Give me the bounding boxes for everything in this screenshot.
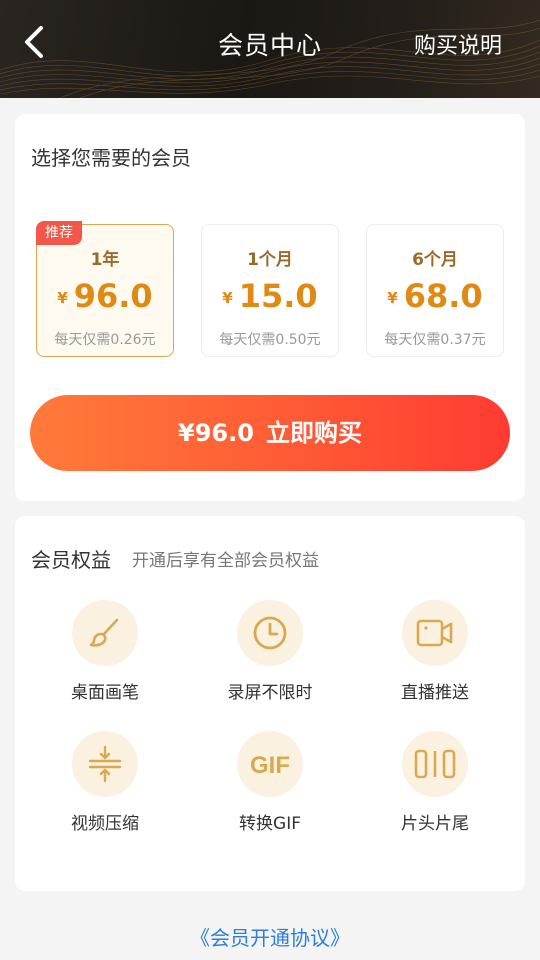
benefits-subtitle: 开通后享有全部会员权益: [132, 551, 319, 571]
clock-icon: [253, 616, 287, 650]
plan-daily-price: 每天仅需0.37元: [384, 332, 486, 348]
buy-button-label: 立即购买: [265, 419, 362, 447]
gif-icon: GIF: [250, 752, 290, 779]
plan-price: ¥96.0: [37, 277, 173, 315]
membership-agreement-link[interactable]: 《会员开通协议》: [0, 922, 540, 951]
plan-option-6-months[interactable]: 6个月 ¥68.0 每天仅需0.37元: [366, 224, 504, 357]
plan-price: ¥15.0: [202, 277, 338, 315]
benefit-label: 转换GIF: [239, 814, 301, 834]
head-tail-icon: [414, 749, 456, 779]
compress-icon: [88, 745, 122, 783]
price-value: 68.0: [403, 277, 483, 315]
currency-symbol: ¥: [222, 289, 233, 307]
plan-daily-price: 每天仅需0.50元: [219, 332, 321, 348]
benefits-card: 会员权益 开通后享有全部会员权益 桌面画笔 录屏不限时 直播推送 视频压缩 GI…: [15, 516, 525, 891]
benefit-label: 直播推送: [401, 683, 469, 703]
plan-name: 1个月: [247, 250, 293, 270]
header-bar: 会员中心 购买说明: [0, 0, 540, 98]
price-value: 96.0: [73, 277, 153, 315]
svg-text:GIF: GIF: [250, 752, 290, 779]
benefits-section-title: 会员权益: [31, 548, 111, 572]
video-camera-icon: [416, 619, 453, 647]
buy-button-price: ¥96.0: [178, 419, 254, 447]
benefit-label: 视频压缩: [71, 814, 139, 834]
benefit-icon-circle: [402, 731, 468, 797]
plan-price: ¥68.0: [367, 277, 503, 315]
buy-now-button[interactable]: ¥96.0 立即购买: [30, 395, 510, 471]
currency-symbol: ¥: [57, 289, 68, 307]
benefit-convert-gif[interactable]: GIF 转换GIF: [205, 731, 335, 834]
benefit-icon-circle: [72, 731, 138, 797]
plan-option-1-month[interactable]: 1个月 ¥15.0 每天仅需0.50元: [201, 224, 339, 357]
benefit-label: 录屏不限时: [227, 683, 313, 703]
brush-icon: [89, 618, 119, 647]
benefit-icon-circle: GIF: [237, 731, 303, 797]
price-value: 15.0: [238, 277, 318, 315]
benefit-intro-outro[interactable]: 片头片尾: [370, 731, 500, 834]
benefit-icon-circle: [237, 600, 303, 666]
benefit-label: 片头片尾: [401, 814, 469, 834]
plan-name: 1年: [90, 250, 120, 270]
benefit-live-push[interactable]: 直播推送: [370, 600, 500, 703]
plan-option-1-year[interactable]: 推荐 1年 ¥96.0 每天仅需0.26元: [36, 221, 174, 357]
benefit-unlimited-recording[interactable]: 录屏不限时: [205, 600, 335, 703]
plan-name: 6个月: [412, 250, 458, 270]
currency-symbol: ¥: [387, 289, 398, 307]
purchase-info-link[interactable]: 购买说明: [414, 28, 502, 60]
benefit-label: 桌面画笔: [71, 683, 139, 703]
plans-card: 选择您需要的会员 推荐 1年 ¥96.0 每天仅需0.26元 1个月 ¥15.0…: [15, 114, 525, 501]
plan-daily-price: 每天仅需0.26元: [54, 332, 156, 348]
benefit-video-compress[interactable]: 视频压缩: [40, 731, 170, 834]
recommend-badge: 推荐: [36, 221, 82, 245]
benefit-desktop-brush[interactable]: 桌面画笔: [40, 600, 170, 703]
plans-section-title: 选择您需要的会员: [31, 146, 191, 170]
benefit-icon-circle: [72, 600, 138, 666]
benefit-icon-circle: [402, 600, 468, 666]
